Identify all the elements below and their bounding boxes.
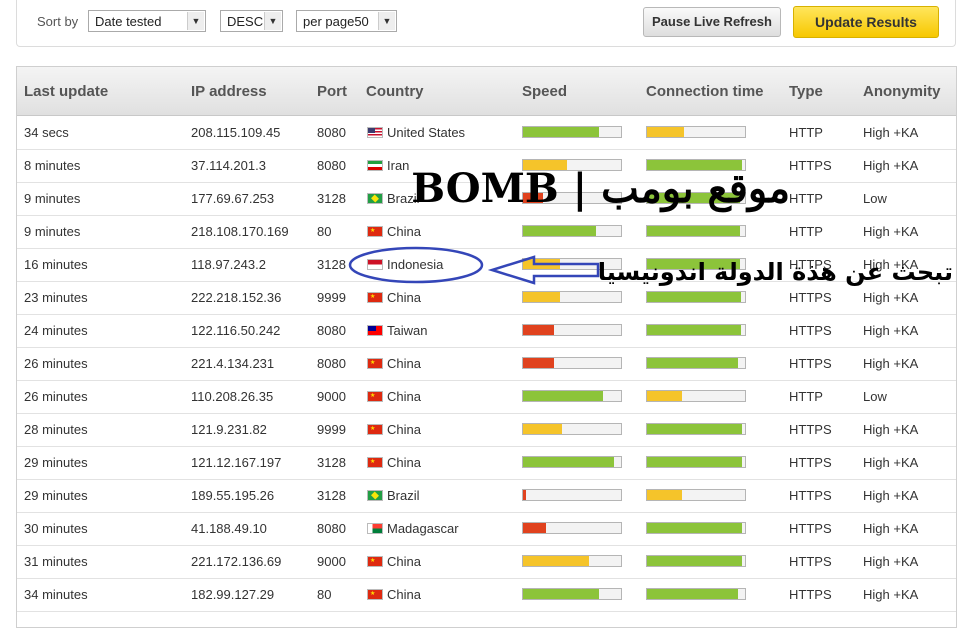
highlight-circle xyxy=(348,246,484,284)
arrow-left-icon xyxy=(487,255,600,285)
annotation-overlay xyxy=(348,246,600,285)
